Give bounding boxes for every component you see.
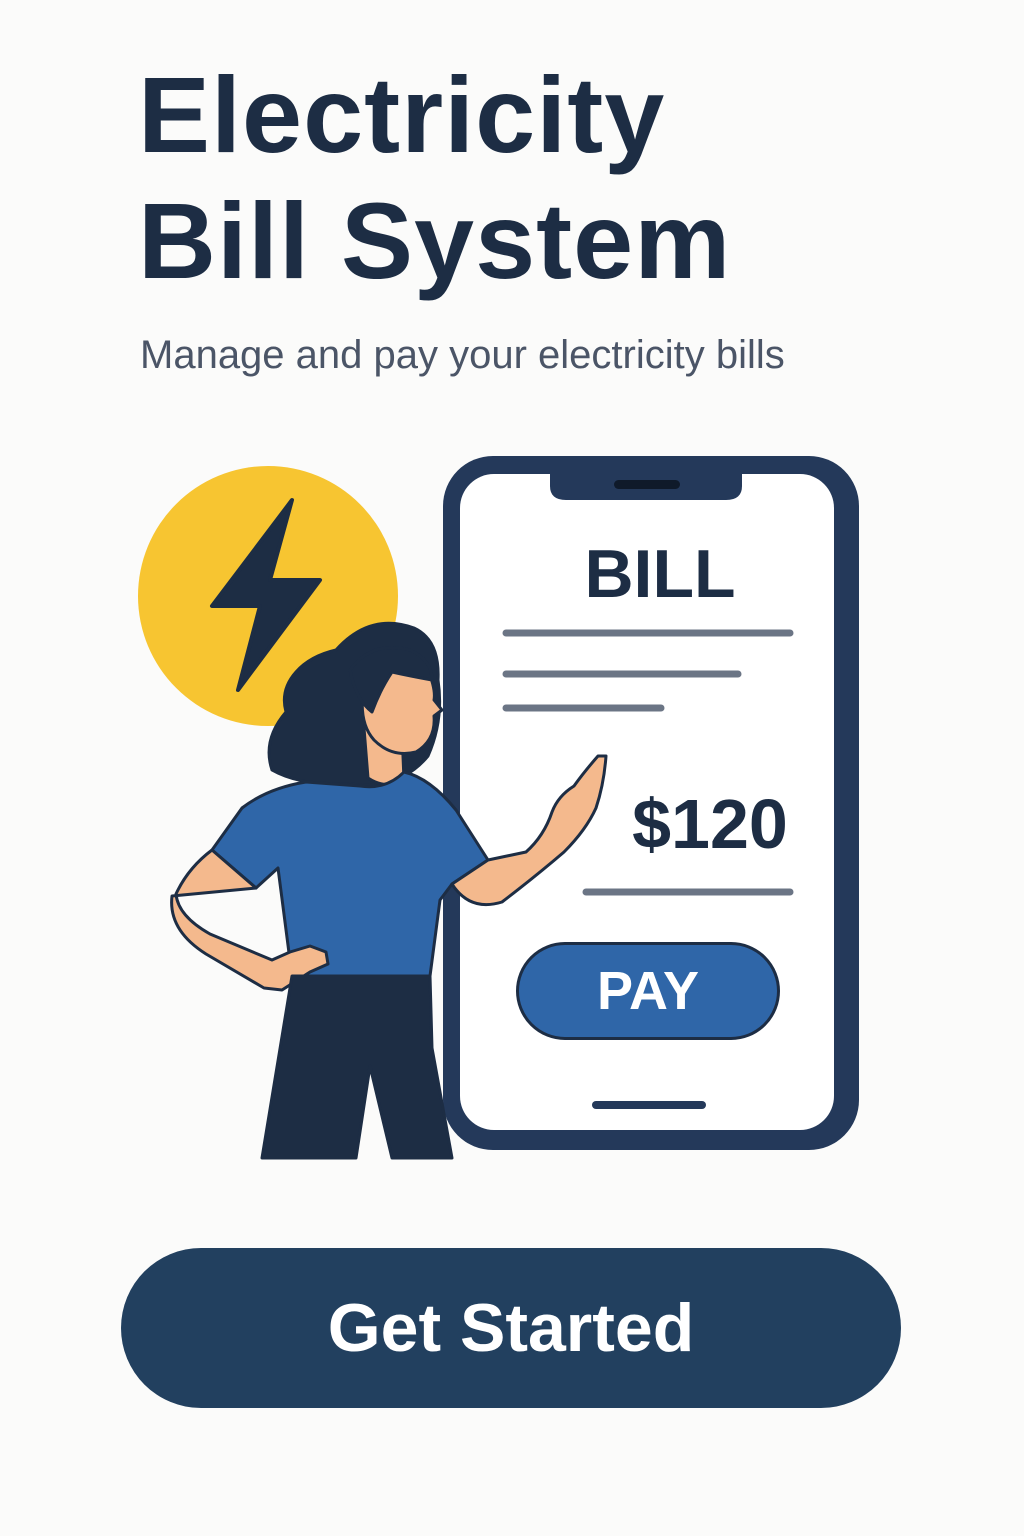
phone-speaker: [614, 480, 680, 489]
phone-home-bar: [592, 1101, 706, 1109]
get-started-button[interactable]: Get Started: [121, 1248, 901, 1408]
pay-button[interactable]: PAY: [516, 942, 780, 1040]
bill-amount: $120: [632, 785, 788, 863]
bill-label: BILL: [584, 536, 736, 612]
pants: [260, 974, 454, 1160]
